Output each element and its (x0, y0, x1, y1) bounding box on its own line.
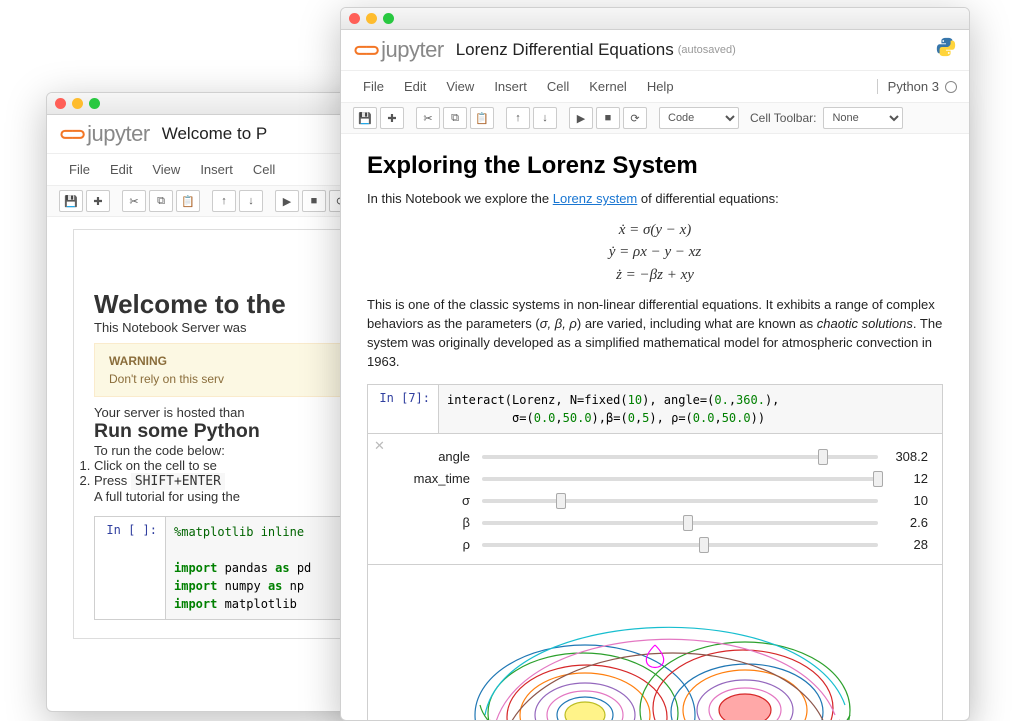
eq-3: ż = −βz + xy (367, 264, 943, 287)
slider-angle[interactable] (482, 448, 878, 466)
stop-button[interactable]: ■ (302, 190, 326, 212)
stop-button[interactable]: ■ (596, 107, 620, 129)
move-down-button[interactable]: ↓ (533, 107, 557, 129)
save-button[interactable]: 💾 (353, 107, 377, 129)
notebook-title[interactable]: Lorenz Differential Equations (456, 40, 674, 60)
notebook-title[interactable]: Welcome to P (162, 124, 268, 144)
menu-view[interactable]: View (142, 158, 190, 181)
logo-icon: ⊂⊃ (353, 40, 377, 61)
widget-value: 2.6 (878, 515, 928, 530)
widget-row-max_time: max_time 12 (382, 470, 928, 488)
widget-panel: ✕ angle 308.2 max_time 12 σ 10 β 2.6 ρ 28 (367, 434, 943, 565)
move-down-button[interactable]: ↓ (239, 190, 263, 212)
prompt: In [7]: (368, 385, 438, 433)
menu-edit[interactable]: Edit (100, 158, 142, 181)
widget-value: 12 (878, 471, 928, 486)
widget-value: 10 (878, 493, 928, 508)
cut-button[interactable]: ✂ (122, 190, 146, 212)
cell-toolbar-select[interactable]: None (823, 107, 903, 129)
save-button[interactable]: 💾 (59, 190, 83, 212)
jupyter-logo: ⊂⊃ jupyter (59, 121, 150, 147)
header: ⊂⊃ jupyter Lorenz Differential Equations… (341, 30, 969, 71)
python-icon (935, 36, 957, 64)
widget-label: angle (382, 449, 482, 464)
paste-button[interactable]: 📋 (176, 190, 200, 212)
menubar: File Edit View Insert Cell Kernel Help P… (341, 71, 969, 103)
maximize-icon[interactable] (383, 13, 394, 24)
slider-β[interactable] (482, 514, 878, 532)
widget-row-angle: angle 308.2 (382, 448, 928, 466)
logo-text: jupyter (87, 121, 150, 147)
menu-help[interactable]: Help (637, 75, 684, 98)
code-body[interactable]: interact(Lorenz, N=fixed(10), angle=(0.,… (438, 385, 942, 433)
autosaved-label: (autosaved) (678, 44, 736, 56)
slider-σ[interactable] (482, 492, 878, 510)
menu-view[interactable]: View (436, 75, 484, 98)
attractor-svg (425, 575, 885, 721)
widget-row-β: β 2.6 (382, 514, 928, 532)
widget-label: σ (382, 493, 482, 508)
celltype-select[interactable]: Code (659, 107, 739, 129)
run-button[interactable]: ▶ (569, 107, 593, 129)
widget-label: β (382, 515, 482, 530)
toolbar: 💾 ✚ ✂ ⧉ 📋 ↑ ↓ ▶ ■ ⟳ Code Cell Toolbar: N… (341, 103, 969, 134)
widget-label: max_time (382, 471, 482, 486)
menu-file[interactable]: File (353, 75, 394, 98)
notebook-content: Exploring the Lorenz System In this Note… (341, 134, 969, 721)
cell-toolbar-label: Cell Toolbar: (750, 111, 816, 125)
close-icon[interactable] (349, 13, 360, 24)
eq-1: ẋ = σ(y − x) (367, 219, 943, 242)
prompt: In [ ]: (95, 517, 165, 619)
add-cell-button[interactable]: ✚ (86, 190, 110, 212)
minimize-icon[interactable] (72, 98, 83, 109)
move-up-button[interactable]: ↑ (212, 190, 236, 212)
kernel-name: Python 3 (888, 79, 939, 94)
titlebar (341, 8, 969, 30)
maximize-icon[interactable] (89, 98, 100, 109)
menu-insert[interactable]: Insert (190, 158, 243, 181)
widget-value: 28 (878, 537, 928, 552)
move-up-button[interactable]: ↑ (506, 107, 530, 129)
lorenz-link[interactable]: Lorenz system (553, 191, 638, 206)
menu-cell[interactable]: Cell (243, 158, 285, 181)
page-title: Exploring the Lorenz System (367, 152, 943, 180)
run-button[interactable]: ▶ (275, 190, 299, 212)
close-widget-icon[interactable]: ✕ (374, 438, 385, 454)
jupyter-logo: ⊂⊃ jupyter (353, 37, 444, 63)
logo-icon: ⊂⊃ (59, 124, 83, 145)
slider-max_time[interactable] (482, 470, 878, 488)
menu-insert[interactable]: Insert (484, 75, 537, 98)
menu-kernel[interactable]: Kernel (579, 75, 637, 98)
widget-row-ρ: ρ 28 (382, 536, 928, 554)
slider-ρ[interactable] (482, 536, 878, 554)
paste-button[interactable]: 📋 (470, 107, 494, 129)
intro-paragraph: In this Notebook we explore the Lorenz s… (367, 190, 943, 209)
add-cell-button[interactable]: ✚ (380, 107, 404, 129)
menu-cell[interactable]: Cell (537, 75, 579, 98)
desc-paragraph: This is one of the classic systems in no… (367, 296, 943, 371)
menu-edit[interactable]: Edit (394, 75, 436, 98)
foreground-window: ⊂⊃ jupyter Lorenz Differential Equations… (340, 7, 970, 721)
restart-button[interactable]: ⟳ (623, 107, 647, 129)
menu-file[interactable]: File (59, 158, 100, 181)
logo-text: jupyter (381, 37, 444, 63)
code-cell[interactable]: In [7]: interact(Lorenz, N=fixed(10), an… (367, 384, 943, 434)
equation-block: ẋ = σ(y − x) ẏ = ρx − y − xz ż = −βz + x… (367, 219, 943, 287)
widget-value: 308.2 (878, 449, 928, 464)
kernel-indicator: Python 3 (877, 79, 957, 94)
lorenz-plot (367, 565, 943, 721)
minimize-icon[interactable] (366, 13, 377, 24)
kernel-status-icon (945, 81, 957, 93)
eq-2: ẏ = ρx − y − xz (367, 241, 943, 264)
copy-button[interactable]: ⧉ (149, 190, 173, 212)
copy-button[interactable]: ⧉ (443, 107, 467, 129)
widget-label: ρ (382, 537, 482, 552)
cut-button[interactable]: ✂ (416, 107, 440, 129)
close-icon[interactable] (55, 98, 66, 109)
widget-row-σ: σ 10 (382, 492, 928, 510)
